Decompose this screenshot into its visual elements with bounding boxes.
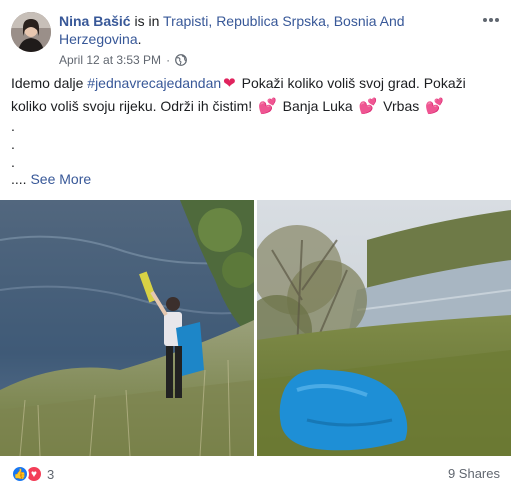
heart-icon: 💕 <box>258 98 277 115</box>
meta-separator: · <box>166 53 171 67</box>
post-text-part3: Banja Luka <box>278 98 357 114</box>
post-text-part1: Idemo dalje <box>11 75 88 91</box>
post-text: Idemo dalje #jednavrecajedandan ❤ Pokaži … <box>11 72 501 118</box>
heart-icon: ❤ <box>223 75 236 92</box>
hashtag-link[interactable]: #jednavrecajedandan <box>87 75 221 91</box>
see-more-link[interactable]: See More <box>30 171 91 187</box>
reactions-summary[interactable]: 👍 ♥ 3 <box>11 463 54 485</box>
is-in-text: is in <box>130 13 164 29</box>
like-icon: 👍 <box>11 465 29 483</box>
text-dot: . <box>11 154 15 170</box>
location-period: . <box>137 31 142 47</box>
see-more-row: .... See More <box>11 170 91 188</box>
text-dot: . <box>11 136 15 152</box>
more-icon-dot <box>495 18 499 22</box>
shares-count[interactable]: 9 Shares <box>448 466 500 482</box>
post-text-part4: Vrbas <box>379 98 424 114</box>
photo-left[interactable] <box>0 200 254 456</box>
ellipsis-text: .... <box>11 171 31 187</box>
photo-right[interactable] <box>257 200 511 456</box>
reaction-count: 3 <box>47 466 55 482</box>
timestamp[interactable]: April 12 at 3:53 PM <box>59 52 161 68</box>
post-card: Nina Bašić is in Trapisti, Republica Srp… <box>0 0 511 489</box>
text-dot: . <box>11 118 15 134</box>
post-header: Nina Bašić is in Trapisti, Republica Srp… <box>59 12 444 48</box>
avatar[interactable] <box>11 12 51 52</box>
more-icon <box>483 18 487 22</box>
more-icon-dot <box>489 18 493 22</box>
heart-icon: 💕 <box>425 98 444 115</box>
post-meta: April 12 at 3:53 PM · <box>59 52 187 68</box>
heart-icon: 💕 <box>358 98 378 115</box>
photo-grid <box>0 200 511 456</box>
author-name[interactable]: Nina Bašić <box>59 13 131 29</box>
globe-icon[interactable] <box>175 54 187 66</box>
more-options-button[interactable] <box>481 12 501 28</box>
